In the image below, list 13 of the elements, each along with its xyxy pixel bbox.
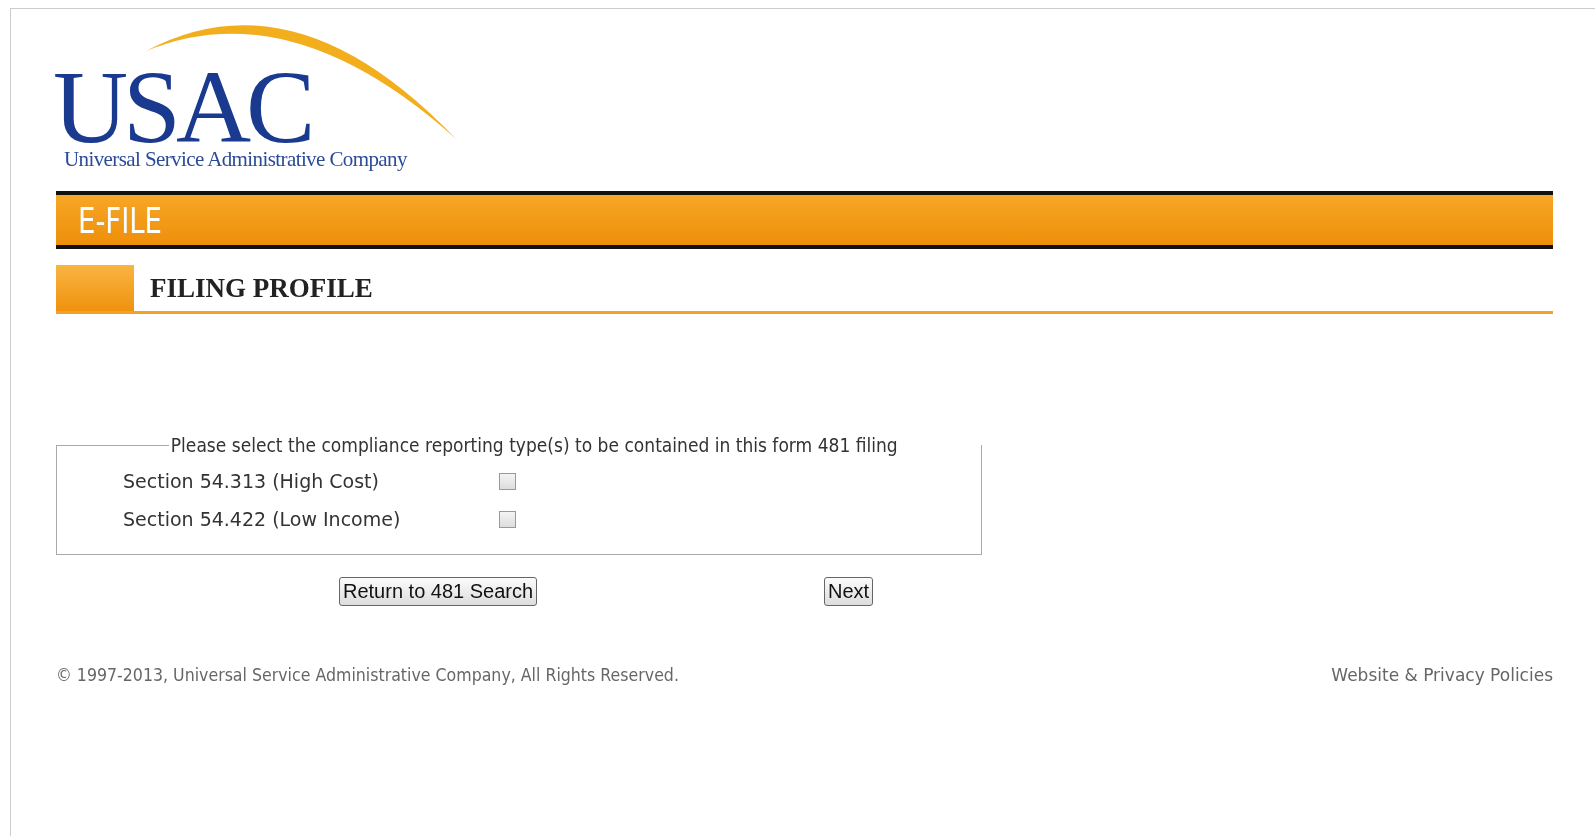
banner-title: E-FILE	[78, 199, 162, 241]
checkbox[interactable]	[499, 472, 516, 490]
option-label: Section 54.313 (High Cost)	[123, 470, 380, 492]
copyright-text: © 1997-2013, Universal Service Administrative Company, All Rights Reserved.	[56, 665, 679, 685]
section-title: FILING PROFILE	[150, 272, 373, 304]
logo-tagline: Universal Service Administrative Company	[64, 147, 407, 172]
logo-wordmark: USAC	[53, 67, 311, 147]
checkbox[interactable]	[499, 510, 516, 528]
next-button[interactable]: Next	[824, 577, 874, 606]
privacy-policies-link[interactable]: Website & Privacy Policies	[1331, 665, 1553, 685]
form-legend: Please select the compliance reporting type(s) to be contained in this form 481 filing	[169, 434, 900, 456]
return-button[interactable]: Return to 481 Search	[339, 577, 538, 606]
option-label: Section 54.422 (Low Income)	[123, 508, 402, 530]
